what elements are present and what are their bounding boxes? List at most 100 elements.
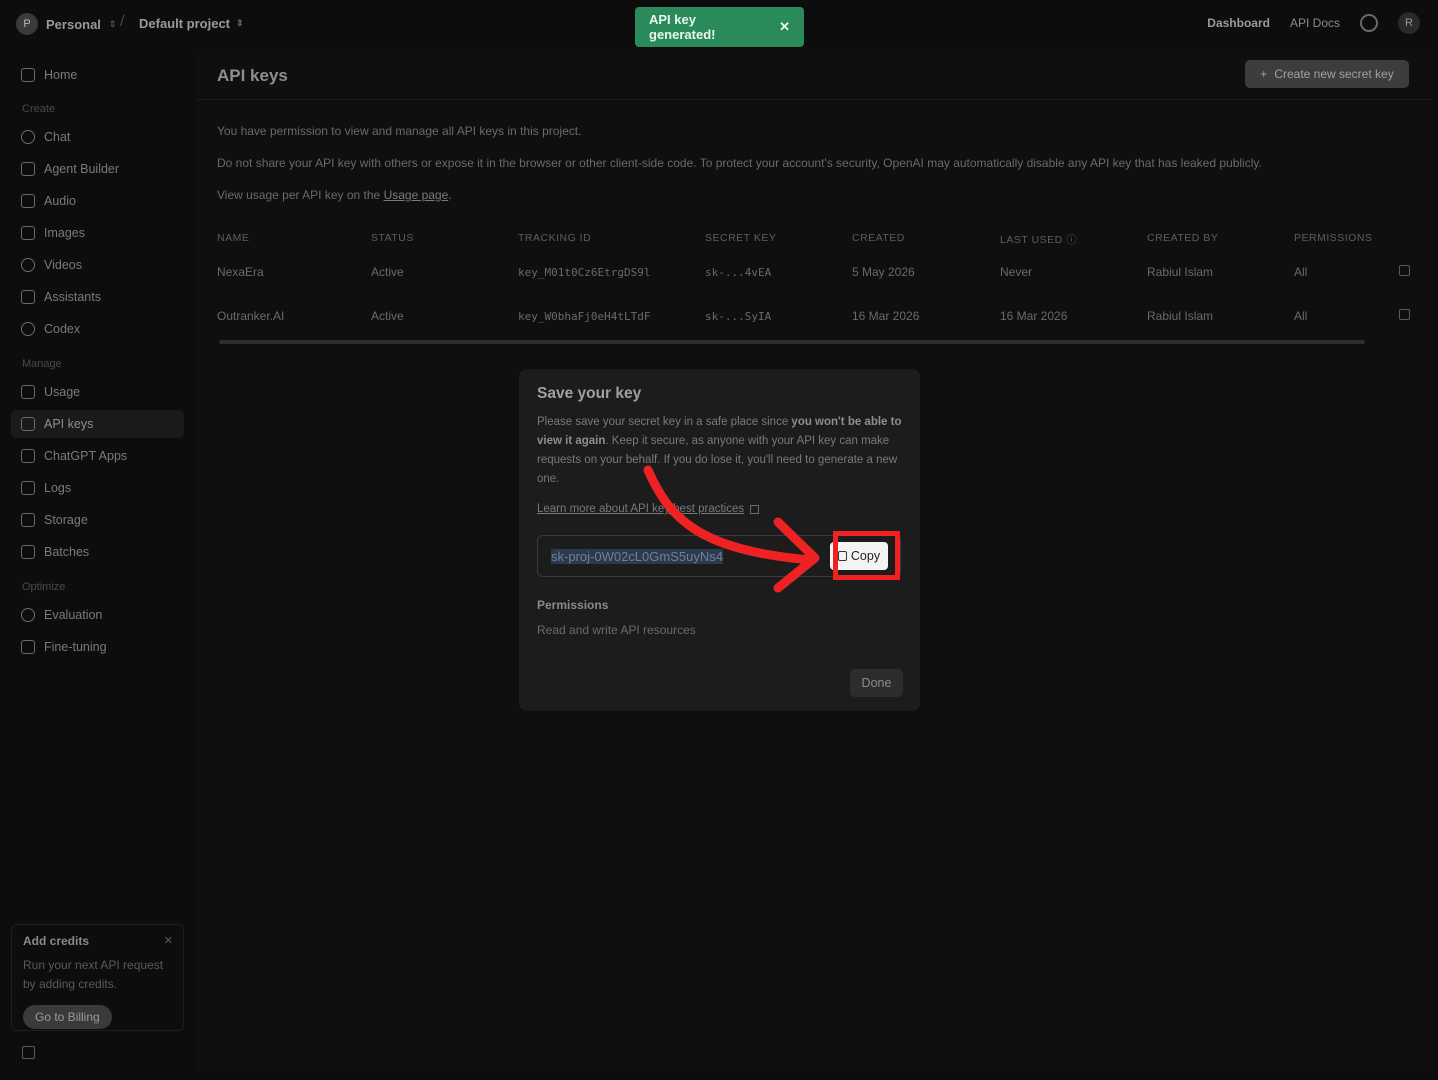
permission-info: You have permission to view and manage a… [217,124,582,138]
image-icon [21,226,35,240]
sidebar-item-agent-builder[interactable]: Agent Builder [11,155,184,183]
annotation-highlight-box [833,531,900,580]
sidebar-item-logs[interactable]: Logs [11,474,184,502]
col-tracking-id: TRACKING ID [518,232,592,244]
top-right-nav: Dashboard API Docs R [1207,12,1420,34]
org-switcher[interactable]: P Personal ⇕ [16,13,116,35]
security-info: Do not share your API key with others or… [217,156,1262,170]
table-cell: Active [371,309,404,323]
home-icon [21,68,35,82]
best-practices-link[interactable]: Learn more about API key best practices [537,503,902,515]
sidebar-item-chatgpt-apps[interactable]: ChatGPT Apps [11,442,184,470]
project-name: Default project [139,16,231,31]
table-cell: key_M01t0Cz6EtrgDS9l [518,266,651,279]
modal-title: Save your key [537,385,642,402]
sidebar-item-audio[interactable]: Audio [11,187,184,215]
apps-icon [21,449,35,463]
sidebar-item-usage[interactable]: Usage [11,378,184,406]
chevron-updown-icon: ⇕ [108,18,117,29]
plus-icon: + [1260,67,1268,81]
table-cell: Outranker.AI [217,309,285,323]
col-permissions: PERMISSIONS [1294,232,1373,244]
permissions-label: Permissions [537,598,609,612]
section-create: Create [22,103,56,115]
sidebar-item-evaluation[interactable]: Evaluation [11,601,184,629]
section-optimize: Optimize [22,581,66,593]
table-cell: 16 Mar 2026 [1000,309,1068,323]
credits-desc: Run your next API request by adding cred… [23,958,164,991]
page-title: API keys [217,66,288,85]
success-toast: API key generated! ✕ [635,7,804,47]
database-icon [21,513,35,527]
sidebar-toggle-icon[interactable] [22,1046,35,1059]
logs-icon [21,481,35,495]
org-avatar: P [16,13,38,35]
sidebar-item-videos[interactable]: Videos [11,251,184,279]
toast-text: API key generated! [649,12,716,42]
credits-title: Add credits [23,934,90,948]
header-divider [196,99,1432,100]
edit-icon[interactable] [1399,265,1410,276]
create-secret-key-button[interactable]: + Create new secret key [1245,60,1409,88]
usage-page-link[interactable]: Usage page [384,188,449,202]
table-scrollbar[interactable] [219,340,1365,344]
edit-icon[interactable] [1399,309,1410,320]
breadcrumb-separator: / [120,13,125,30]
sidebar-item-api-keys[interactable]: API keys [11,410,184,438]
table-cell: Never [1000,265,1033,279]
col-last-used: LAST USED ⓘ [1000,234,1078,246]
sidebar-item-codex[interactable]: Codex [11,315,184,343]
evaluation-icon [21,608,35,622]
table-cell: sk-...4vEA [705,266,772,279]
info-icon: ⓘ [1066,234,1078,246]
table-cell: 5 May 2026 [852,265,915,279]
go-to-billing-button[interactable]: Go to Billing [23,1005,112,1029]
play-icon [21,258,35,272]
table-cell: sk-...SyIA [705,310,772,323]
table-cell: NexaEra [217,265,264,279]
add-credits-card: Add credits ✕ Run your next API request … [11,924,184,1031]
chat-icon [21,130,35,144]
sidebar-item-images[interactable]: Images [11,219,184,247]
sliders-icon [21,640,35,654]
agent-builder-icon [21,162,35,176]
table-cell: All [1294,309,1308,323]
batches-icon [21,545,35,559]
chevron-updown-icon: ⇕ [236,18,244,28]
col-created: CREATED [852,232,905,244]
done-button[interactable]: Done [850,669,903,697]
key-icon [21,417,35,431]
project-switcher[interactable]: Default project ⇕ [139,16,244,31]
modal-desc: Please save your secret key in a safe pl… [537,416,902,485]
codex-icon [21,322,35,336]
permissions-value: Read and write API resources [537,623,696,637]
gear-icon[interactable] [1360,14,1378,32]
chart-icon [21,385,35,399]
table-cell: Active [371,265,404,279]
sidebar-item-home[interactable]: Home [11,61,184,89]
close-icon[interactable]: ✕ [779,19,790,35]
api-docs-link[interactable]: API Docs [1290,16,1340,30]
col-created-by: CREATED BY [1147,232,1219,244]
close-icon[interactable]: ✕ [164,934,173,947]
sidebar-item-batches[interactable]: Batches [11,538,184,566]
audio-icon [21,194,35,208]
section-manage: Manage [22,358,62,370]
sidebar-item-chat[interactable]: Chat [11,123,184,151]
sidebar-item-assistants[interactable]: Assistants [11,283,184,311]
table-cell: key_W0bhaFj0eH4tLTdF [518,310,651,323]
sidebar-item-fine-tuning[interactable]: Fine-tuning [11,633,184,661]
assistant-icon [21,290,35,304]
user-avatar[interactable]: R [1398,12,1420,34]
table-cell: Rabiul Islam [1147,265,1214,279]
org-name: Personal [46,16,101,32]
table-cell: 16 Mar 2026 [852,309,920,323]
table-cell: Rabiul Islam [1147,309,1214,323]
external-link-icon [750,504,760,514]
col-secret-key: SECRET KEY [705,232,777,244]
top-bar: P Personal ⇕ / Default project ⇕ API key… [0,0,1438,50]
sidebar-item-storage[interactable]: Storage [11,506,184,534]
usage-info: View usage per API key on the Usage page… [217,188,452,202]
col-status: STATUS [371,232,414,244]
dashboard-link[interactable]: Dashboard [1207,16,1270,30]
